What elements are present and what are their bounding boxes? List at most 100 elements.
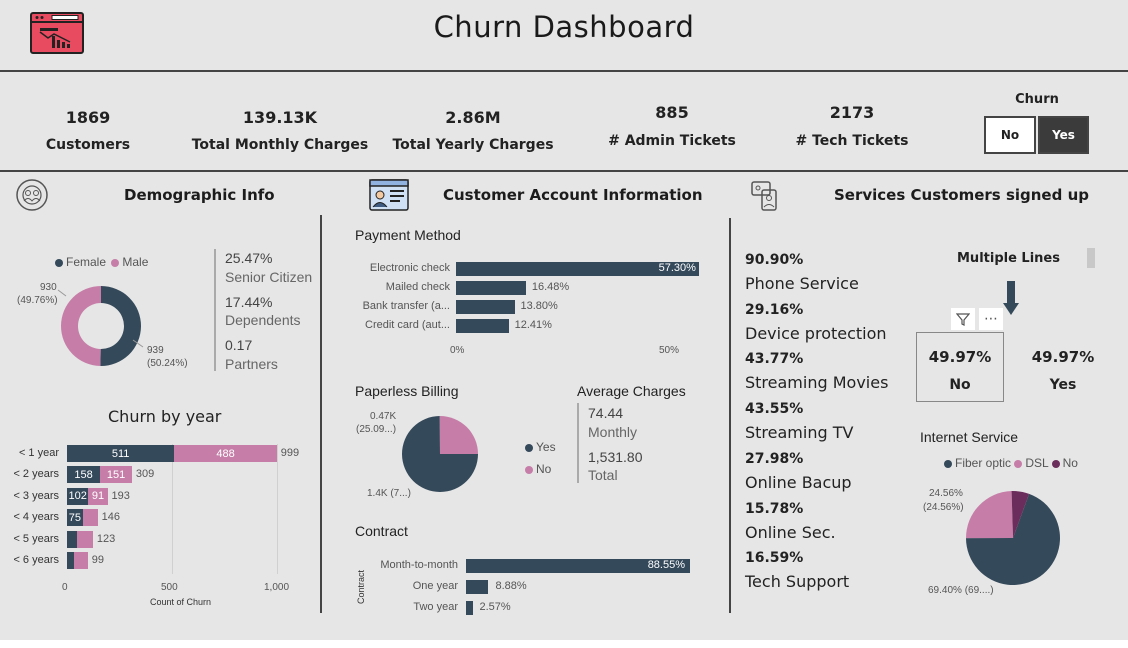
payment-tick-0: 0%: [450, 345, 465, 356]
contract-bar[interactable]: [466, 580, 489, 594]
internet-fiber-label: 69.40% (69....): [928, 585, 994, 596]
contract-bar[interactable]: [466, 601, 473, 615]
payment-tick-50: 50%: [659, 345, 680, 356]
churn-bar-segment-dark[interactable]: 511: [67, 445, 175, 462]
churn-gridline-1000: [277, 444, 278, 574]
contract-value-label: 88.55%: [647, 559, 685, 571]
churn-by-year-title: Churn by year: [108, 407, 222, 426]
churn-no-button[interactable]: No: [984, 116, 1036, 154]
payment-bar[interactable]: [456, 281, 526, 295]
contract-value-label: 2.57%: [479, 601, 511, 613]
churn-yes-button[interactable]: Yes: [1038, 116, 1089, 154]
paperless-billing-title: Paperless Billing: [355, 383, 459, 399]
paperless-yes-label: 1.4K (7...): [367, 488, 411, 499]
churn-year-category-label: < 4 years: [13, 511, 59, 524]
avg-total-label: Total: [588, 467, 618, 483]
churn-bar-segment-pink[interactable]: 91: [88, 487, 108, 505]
churn-bar-segment-dark[interactable]: [67, 552, 75, 569]
column-divider-2: [729, 218, 731, 613]
service-label: Device protection: [745, 323, 887, 343]
internet-dsl-label: 24.56%: [929, 488, 963, 499]
internet-legend-fiber: Fiber optic: [955, 456, 1012, 470]
multiple-lines-yes-label: Yes: [1049, 377, 1077, 393]
filter-button[interactable]: [951, 308, 975, 330]
avg-monthly-label: Monthly: [588, 424, 638, 440]
payment-category-label: Credit card (aut...: [365, 319, 450, 331]
kpi-admin-label: # Admin Tickets: [608, 133, 736, 149]
churn-bar-segment-pink[interactable]: [82, 509, 98, 527]
paperless-no-label: 0.47K: [370, 411, 397, 422]
churn-bar-total-label: 99: [91, 554, 105, 566]
internet-dsl-pct: (24.56%): [923, 502, 964, 513]
service-label: Streaming Movies: [745, 373, 889, 393]
partners-label: Partners: [225, 356, 278, 372]
service-pct: 29.16%: [745, 301, 804, 318]
churn-year-category-label: < 5 years: [13, 532, 59, 545]
service-pct: 43.77%: [745, 351, 804, 368]
paperless-legend-no: No: [525, 458, 556, 480]
contract-category-label: One year: [412, 580, 458, 592]
churn-bar-total-label: 146: [101, 511, 121, 524]
service-label: Online Bacup: [745, 472, 852, 492]
average-charges-divider: [577, 403, 579, 483]
scrollbar-thumb[interactable]: [1087, 248, 1095, 268]
paperless-pie-chart: [402, 416, 478, 492]
more-options-button[interactable]: ⋯: [979, 308, 1003, 330]
male-pct-label: (49.76%): [17, 295, 58, 306]
avg-monthly-value: 74.44: [588, 405, 624, 421]
male-count-label: 930: [40, 282, 57, 293]
pie-slice-no[interactable]: [439, 416, 478, 454]
contract-value-label: 8.88%: [495, 580, 527, 592]
senior-citizen-pct: 25.47%: [225, 250, 273, 266]
churn-bar-segment-dark[interactable]: 75: [67, 509, 83, 527]
churn-x-tick-500: 500: [161, 582, 178, 593]
dashboard-canvas: Churn Dashboard 1869 Customers 139.13K T…: [0, 0, 1128, 640]
services-section-title: Services Customers signed up: [834, 186, 1089, 204]
churn-bar-segment-pink[interactable]: 488: [174, 445, 277, 462]
payment-category-label: Mailed check: [385, 281, 450, 293]
churn-bar-total-label: 193: [111, 489, 130, 502]
paperless-legend-yes: Yes: [525, 436, 556, 458]
paperless-pie-slices: [402, 416, 478, 492]
churn-bar-segment-dark[interactable]: 102: [67, 487, 89, 505]
demo-stats-divider: [214, 249, 216, 371]
internet-legend-dsl: DSL: [1025, 456, 1049, 470]
churn-gridline-500: [172, 444, 173, 574]
kpi-yearly-label: Total Yearly Charges: [392, 137, 554, 153]
churn-bar-total-label: 999: [280, 447, 300, 459]
internet-pie-slices: [966, 491, 1060, 585]
churn-slicer-title: Churn: [1015, 92, 1059, 107]
dependents-pct: 17.44%: [225, 294, 273, 310]
churn-bar-segment-pink[interactable]: [77, 530, 93, 548]
churn-x-axis-label: Count of Churn: [150, 597, 212, 607]
churn-bar-segment-dark[interactable]: [67, 530, 78, 548]
churn-bar-segment-pink[interactable]: 151: [100, 466, 132, 484]
multiple-lines-title: Multiple Lines: [957, 251, 1060, 266]
service-pct: 43.55%: [745, 401, 804, 418]
churn-year-category-label: < 6 years: [13, 554, 59, 566]
internet-legend-no: No: [1062, 456, 1078, 470]
churn-bar-segment-dark[interactable]: 158: [67, 466, 101, 484]
payment-value-label: 13.80%: [520, 300, 558, 312]
service-pct: 15.78%: [745, 500, 804, 517]
payment-category-label: Electronic check: [369, 262, 450, 274]
internet-pie-chart: [966, 491, 1060, 585]
paperless-legend: Yes No: [525, 436, 556, 480]
churn-year-category-label: < 1 year: [18, 447, 59, 459]
account-section-title: Customer Account Information: [443, 186, 703, 204]
senior-citizen-label: Senior Citizen: [225, 269, 313, 285]
female-pct-label: (50.24%): [147, 358, 188, 369]
contract-chart: Month-to-month 88.55% One year 8.88% Two yea…: [330, 557, 720, 619]
payment-category-label: Bank transfer (a...: [362, 300, 450, 312]
avg-total-value: 1,531.80: [588, 449, 643, 465]
pie-slice-dsl[interactable]: [966, 491, 1013, 539]
service-label: Streaming TV: [745, 423, 854, 443]
payment-bar[interactable]: [456, 300, 515, 314]
payment-bar[interactable]: [456, 319, 509, 333]
churn-bar-segment-pink[interactable]: [74, 552, 88, 569]
churn-by-year-chart: < 1 year 511 488 999 < 2 years 158 151 309 < 3 y…: [0, 440, 320, 620]
churn-bar-total-label: 309: [135, 468, 155, 481]
contract-category-label: Two year: [413, 601, 458, 613]
churn-x-tick-0: 0: [62, 582, 68, 593]
paperless-legend-no-label: No: [536, 462, 552, 476]
